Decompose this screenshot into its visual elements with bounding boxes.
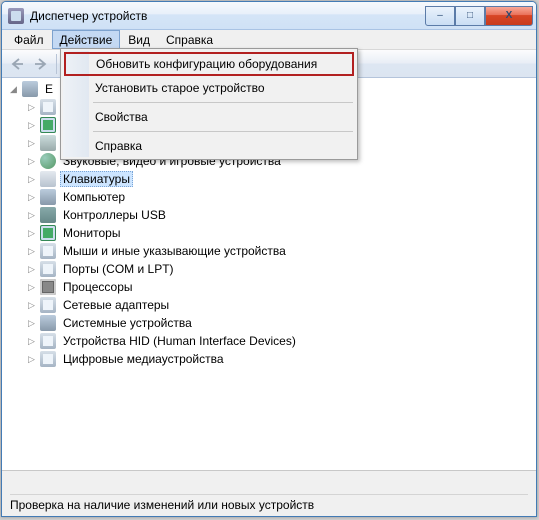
window-controls: – □ X [425, 6, 533, 26]
menu-item-refresh-hardware[interactable]: Обновить конфигурацию оборудования [64, 52, 354, 76]
tree-item-label: Мыши и иные указывающие устройства [60, 244, 289, 258]
computer-icon [22, 81, 38, 97]
arrow-right-icon [34, 57, 48, 71]
expand-icon[interactable]: ▷ [26, 282, 37, 293]
tree-item[interactable]: ▷ Цифровые медиаустройства [4, 350, 534, 368]
category-icon [40, 99, 56, 115]
tree-item[interactable]: ▷ Системные устройства [4, 314, 534, 332]
tree-item-label: Мониторы [60, 226, 123, 240]
tree-item-label: Клавиатуры [60, 171, 133, 187]
tree-item[interactable]: ▷ Сетевые адаптеры [4, 296, 534, 314]
forward-button[interactable] [30, 53, 52, 75]
dropdown-separator [93, 131, 353, 132]
collapse-icon[interactable]: ◢ [8, 84, 19, 95]
expand-icon[interactable]: ▷ [26, 300, 37, 311]
expand-icon[interactable]: ▷ [26, 354, 37, 365]
back-button[interactable] [6, 53, 28, 75]
expand-icon[interactable]: ▷ [26, 138, 37, 149]
menu-file[interactable]: Файл [6, 30, 52, 49]
tree-item[interactable]: ▷ Порты (COM и LPT) [4, 260, 534, 278]
tree-item-label: Процессоры [60, 280, 136, 294]
expand-icon[interactable]: ▷ [26, 120, 37, 131]
app-icon [8, 8, 24, 24]
menu-item-properties[interactable]: Свойства [63, 106, 355, 128]
menu-help[interactable]: Справка [158, 30, 221, 49]
menubar: Файл Действие Вид Справка [2, 30, 536, 50]
expand-icon[interactable]: ▷ [26, 228, 37, 239]
category-icon [40, 279, 56, 295]
category-icon [40, 243, 56, 259]
category-icon [40, 153, 56, 169]
tree-item-label: Устройства HID (Human Interface Devices) [60, 334, 299, 348]
category-icon [40, 351, 56, 367]
tree-item[interactable]: ▷ Устройства HID (Human Interface Devices… [4, 332, 534, 350]
category-icon [40, 117, 56, 133]
menu-action[interactable]: Действие [52, 30, 121, 49]
menu-view[interactable]: Вид [120, 30, 158, 49]
category-icon [40, 171, 56, 187]
tree-item[interactable]: ▷ Компьютер [4, 188, 534, 206]
category-icon [40, 261, 56, 277]
expand-icon[interactable]: ▷ [26, 174, 37, 185]
expand-icon[interactable]: ▷ [26, 102, 37, 113]
expand-icon[interactable]: ▷ [26, 318, 37, 329]
toolbar-separator [56, 54, 57, 74]
tree-item[interactable]: ▷ Процессоры [4, 278, 534, 296]
menu-item-add-legacy[interactable]: Установить старое устройство [63, 77, 355, 99]
tree-item[interactable]: ▷ Контроллеры USB [4, 206, 534, 224]
category-icon [40, 315, 56, 331]
category-icon [40, 135, 56, 151]
arrow-left-icon [10, 57, 24, 71]
statusbar-text: Проверка на наличие изменений или новых … [10, 494, 528, 512]
close-button[interactable]: X [485, 6, 533, 26]
category-icon [40, 207, 56, 223]
category-icon [40, 189, 56, 205]
category-icon [40, 333, 56, 349]
statusbar: Проверка на наличие изменений или новых … [2, 470, 536, 516]
minimize-button[interactable]: – [425, 6, 455, 26]
tree-item-label: Цифровые медиаустройства [60, 352, 227, 366]
tree-item-label: Компьютер [60, 190, 128, 204]
expand-icon[interactable]: ▷ [26, 336, 37, 347]
titlebar[interactable]: Диспетчер устройств – □ X [2, 2, 536, 30]
category-icon [40, 225, 56, 241]
expand-icon[interactable]: ▷ [26, 264, 37, 275]
action-menu-dropdown: Обновить конфигурацию оборудования Устан… [60, 48, 358, 160]
tree-item-label: Сетевые адаптеры [60, 298, 172, 312]
expand-icon[interactable]: ▷ [26, 210, 37, 221]
tree-root-label: E [42, 82, 56, 96]
tree-item[interactable]: ▷ Клавиатуры [4, 170, 534, 188]
tree-item[interactable]: ▷ Мыши и иные указывающие устройства [4, 242, 534, 260]
device-manager-window: Диспетчер устройств – □ X Файл Действие … [1, 1, 537, 517]
tree-item-label: Контроллеры USB [60, 208, 169, 222]
expand-icon[interactable]: ▷ [26, 246, 37, 257]
category-icon [40, 297, 56, 313]
expand-icon[interactable]: ▷ [26, 156, 37, 167]
tree-item[interactable]: ▷ Мониторы [4, 224, 534, 242]
expand-icon[interactable]: ▷ [26, 192, 37, 203]
tree-item-label: Порты (COM и LPT) [60, 262, 177, 276]
tree-item-label: Системные устройства [60, 316, 195, 330]
dropdown-separator [93, 102, 353, 103]
menu-item-help[interactable]: Справка [63, 135, 355, 157]
window-title: Диспетчер устройств [30, 9, 425, 23]
maximize-button[interactable]: □ [455, 6, 485, 26]
